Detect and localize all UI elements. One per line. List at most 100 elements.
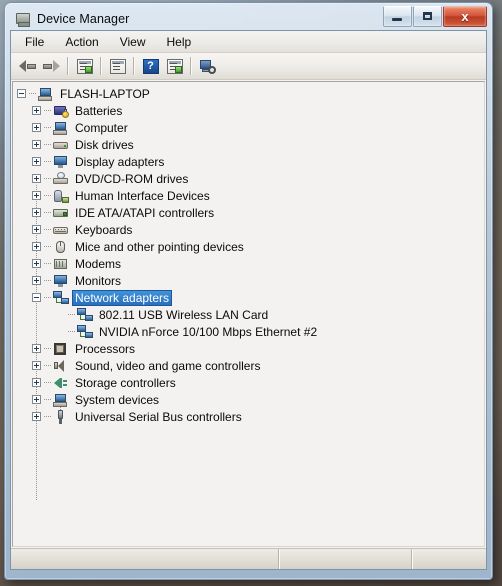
tree-item-modems[interactable]: Modems <box>13 255 484 272</box>
help-button[interactable]: ? <box>139 55 162 77</box>
tree-item-label: Processors <box>75 341 136 356</box>
tree-item-keyboards[interactable]: Keyboards <box>13 221 484 238</box>
dvd-drive-icon <box>53 171 69 186</box>
tree-item-display-adapters[interactable]: Display adapters <box>13 153 484 170</box>
tree-item-label: Storage controllers <box>75 375 176 390</box>
expand-expander[interactable] <box>32 395 41 404</box>
menu-file[interactable]: File <box>18 33 54 51</box>
collapse-expander[interactable] <box>17 89 26 98</box>
expand-expander[interactable] <box>32 140 41 149</box>
title-bar[interactable]: Device Manager x <box>10 6 487 30</box>
properties-button[interactable] <box>73 55 96 77</box>
tree-root-label: FLASH-LAPTOP <box>60 86 150 101</box>
tree-item-universal-serial-bus-controllers[interactable]: Universal Serial Bus controllers <box>13 408 484 425</box>
expand-expander[interactable] <box>32 225 41 234</box>
minimize-icon <box>392 18 402 21</box>
tree-item-ide-ata-atapi-controllers[interactable]: IDE ATA/ATAPI controllers <box>13 204 484 221</box>
expand-expander[interactable] <box>32 123 41 132</box>
expand-expander[interactable] <box>32 344 41 353</box>
menu-view[interactable]: View <box>113 33 156 51</box>
tree-item-dvd-cd-rom-drives[interactable]: DVD/CD-ROM drives <box>13 170 484 187</box>
tree-item-human-interface-devices[interactable]: Human Interface Devices <box>13 187 484 204</box>
expand-expander[interactable] <box>32 276 41 285</box>
window-title: Device Manager <box>37 11 130 26</box>
tree-item-computer[interactable]: Computer <box>13 119 484 136</box>
tree-item-disk-drives[interactable]: Disk drives <box>13 136 484 153</box>
system-device-icon <box>53 393 69 407</box>
tree-guide-dots <box>44 212 51 213</box>
tree-item-storage-controllers[interactable]: Storage controllers <box>13 374 484 391</box>
tree-item-label: Disk drives <box>75 137 134 152</box>
tree-guide-dots <box>68 314 75 315</box>
show-hidden-devices-button[interactable] <box>163 55 186 77</box>
back-arrow-icon <box>19 59 36 73</box>
tree-guide-dots <box>44 195 51 196</box>
computer-icon <box>15 11 31 27</box>
expand-expander[interactable] <box>32 412 41 421</box>
tree-item-system-devices[interactable]: System devices <box>13 391 484 408</box>
tree-item-sound-video-and-game-controllers[interactable]: Sound, video and game controllers <box>13 357 484 374</box>
mouse-icon <box>53 240 69 254</box>
minimize-button[interactable] <box>383 6 412 27</box>
expand-expander[interactable] <box>32 191 41 200</box>
back-button[interactable] <box>16 55 39 77</box>
monitor-icon <box>53 274 69 288</box>
question-mark-icon: ? <box>142 58 159 74</box>
tree-item-label: IDE ATA/ATAPI controllers <box>75 205 215 220</box>
tree-item-monitors[interactable]: Monitors <box>13 272 484 289</box>
close-button[interactable]: x <box>443 6 487 27</box>
expand-expander[interactable] <box>32 174 41 183</box>
tree-item-label: Monitors <box>75 273 122 288</box>
menu-help[interactable]: Help <box>160 33 202 51</box>
tree-item-label: Display adapters <box>75 154 165 169</box>
tree-row-root[interactable]: FLASH-LAPTOP <box>13 85 484 102</box>
update-driver-button[interactable] <box>106 55 129 77</box>
tree-item-label: Keyboards <box>75 222 133 237</box>
expand-expander[interactable] <box>32 361 41 370</box>
menu-action[interactable]: Action <box>58 33 108 51</box>
tree-item-label: Computer <box>75 120 128 135</box>
tree-guide-dots <box>44 178 51 179</box>
tree-item-802-11-usb-wireless-lan-card[interactable]: 802.11 USB Wireless LAN Card <box>13 306 484 323</box>
expand-expander[interactable] <box>32 378 41 387</box>
maximize-button[interactable] <box>413 6 442 27</box>
device-tree[interactable]: FLASH-LAPTOP Batteries Computer Disk drive… <box>12 81 485 547</box>
expand-expander[interactable] <box>32 157 41 166</box>
tree-guide-dots <box>44 229 51 230</box>
tree-item-label: Human Interface Devices <box>75 188 210 203</box>
tree-item-processors[interactable]: Processors <box>13 340 484 357</box>
tree-guide-dots <box>44 161 51 162</box>
device-manager-window: Device Manager x File Action View Help ?… <box>4 2 493 580</box>
collapse-expander[interactable] <box>32 293 41 302</box>
tree-guide-dots <box>44 110 51 111</box>
storage-controller-icon <box>53 376 69 390</box>
expand-expander[interactable] <box>32 208 41 217</box>
tree-item-batteries[interactable]: Batteries <box>13 102 484 119</box>
toolbar-separator <box>100 57 102 75</box>
tree-item-network-adapters[interactable]: Network adapters <box>13 289 484 306</box>
tree-item-nvidia-nforce-10-100-mbps-ethernet-2[interactable]: NVIDIA nForce 10/100 Mbps Ethernet #2 <box>13 323 484 340</box>
scan-hardware-changes-button[interactable] <box>196 55 219 77</box>
processor-icon <box>53 342 69 356</box>
ide-controller-icon <box>53 206 69 220</box>
tree-guide-dots <box>44 365 51 366</box>
tree-guide-dots <box>29 93 36 94</box>
tree-item-mice-and-other-pointing-devices[interactable]: Mice and other pointing devices <box>13 238 484 255</box>
expand-expander[interactable] <box>32 242 41 251</box>
expand-expander[interactable] <box>32 259 41 268</box>
forward-button[interactable] <box>40 55 63 77</box>
expand-expander[interactable] <box>32 106 41 115</box>
